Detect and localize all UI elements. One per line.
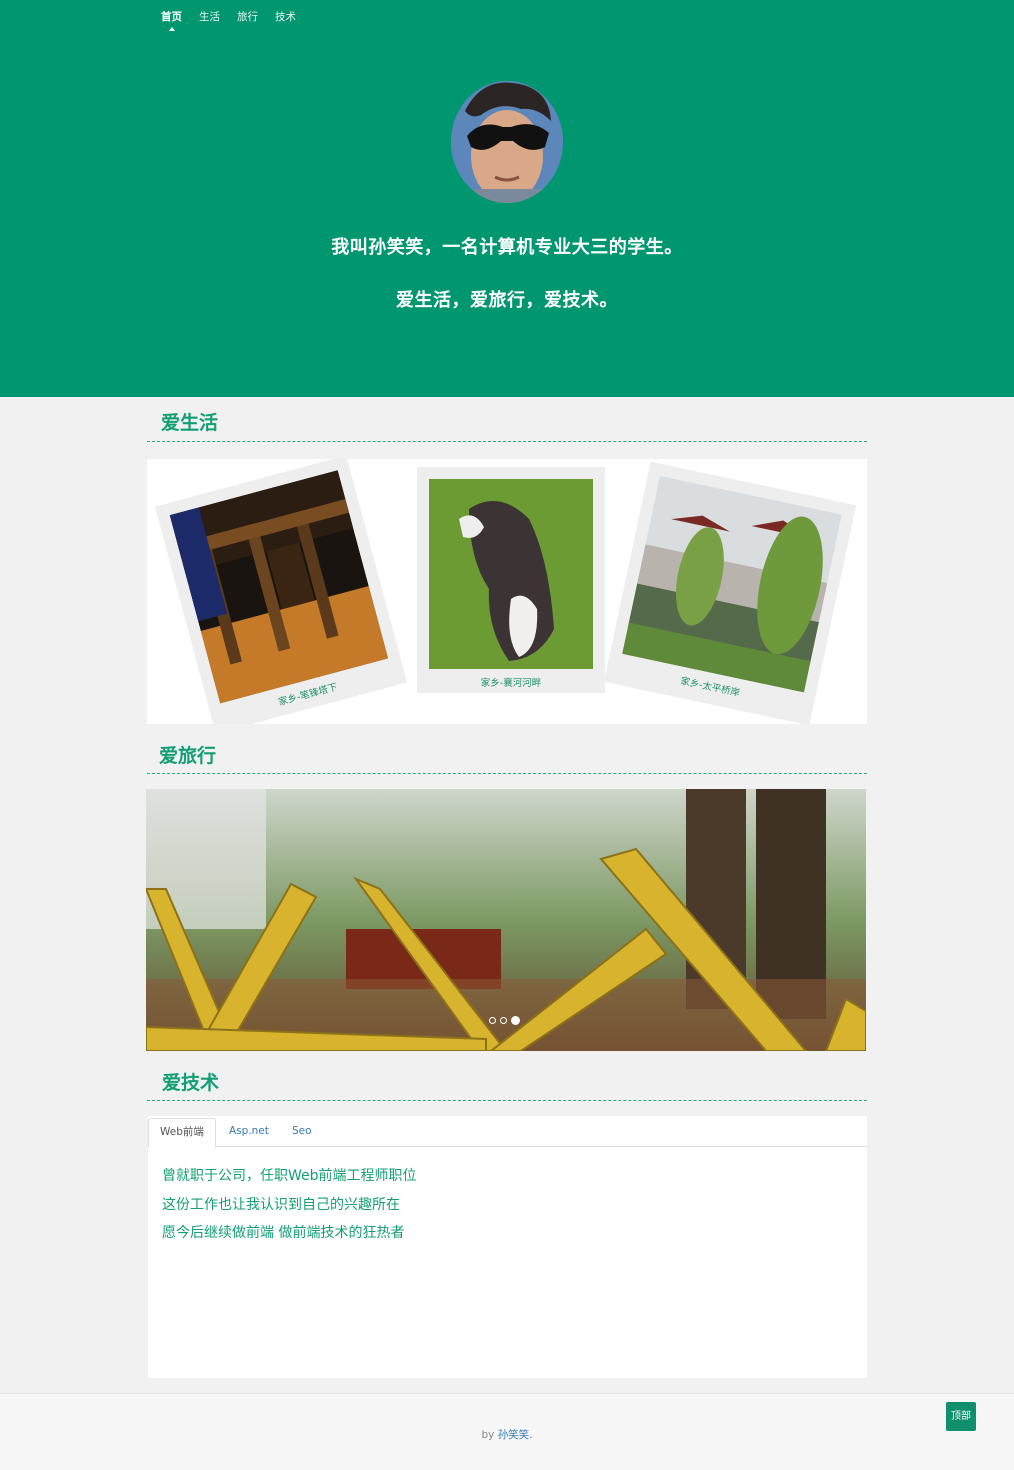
tab-web-frontend[interactable]: Web前端 xyxy=(148,1118,216,1148)
travel-carousel[interactable] xyxy=(146,789,866,1051)
footer-author-link[interactable]: 孙笑笑. xyxy=(498,1429,533,1441)
tab-content: 曾就职于公司，任职Web前端工程师职位 这份工作也让我认识到自己的兴趣所在 愿今… xyxy=(162,1162,417,1248)
carousel-dot-active[interactable] xyxy=(511,1016,520,1025)
nav-home[interactable]: 首页 xyxy=(161,10,182,31)
carousel-slide-image xyxy=(146,789,866,1051)
carousel-indicators xyxy=(489,1016,520,1025)
section-title-life: 爱生活 xyxy=(161,412,219,434)
life-photo-panel: 家乡-笔锋塔下 家乡-襄河河畔 家乡-太平桥岸 xyxy=(147,459,867,724)
tab-bar: Web前端 Asp.net Seo xyxy=(148,1116,867,1148)
section-divider xyxy=(147,773,867,774)
hero-tagline: 爱生活，爱旅行，爱技术。 xyxy=(396,290,618,311)
avatar xyxy=(451,81,563,203)
tab-asp-net[interactable]: Asp.net xyxy=(218,1118,280,1146)
avatar-portrait xyxy=(451,81,563,203)
tab-seo[interactable]: Seo xyxy=(281,1118,323,1146)
tab-content-line: 愿今后继续做前端 做前端技术的狂热者 xyxy=(162,1225,405,1241)
tab-content-line: 曾就职于公司，任职Web前端工程师职位 xyxy=(162,1168,417,1184)
nav-life[interactable]: 生活 xyxy=(199,10,220,26)
nav-tech[interactable]: 技术 xyxy=(275,10,296,26)
photo-card[interactable]: 家乡-襄河河畔 xyxy=(417,467,605,693)
photo-image xyxy=(429,479,593,669)
photo-image xyxy=(169,470,389,704)
tab-content-line: 这份工作也让我认识到自己的兴趣所在 xyxy=(162,1196,400,1213)
tech-tabs-panel: Web前端 Asp.net Seo 曾就职于公司，任职Web前端工程师职位 这份… xyxy=(148,1116,867,1378)
photo-card[interactable]: 家乡-笔锋塔下 xyxy=(154,459,408,724)
carousel-dot[interactable] xyxy=(489,1017,496,1024)
photo-caption: 家乡-襄河河畔 xyxy=(480,678,542,689)
hero-intro: 我叫孙笑笑，一名计算机专业大三的学生。 xyxy=(331,237,683,258)
footer-credit: by 孙笑笑. xyxy=(0,1427,1014,1442)
section-title-tech: 爱技术 xyxy=(162,1072,220,1094)
section-divider xyxy=(147,441,867,442)
carousel-dot[interactable] xyxy=(500,1017,507,1024)
hero-banner: 首页 生活 旅行 技术 我叫孙笑笑，一名计算机专业大三的学生。 爱生活，爱旅行，… xyxy=(0,0,1014,397)
main-nav: 首页 生活 旅行 技术 xyxy=(161,10,313,31)
section-title-travel: 爱旅行 xyxy=(159,745,217,767)
photo-image xyxy=(622,475,842,693)
back-to-top-button[interactable]: 顶部 xyxy=(946,1402,976,1431)
section-divider xyxy=(147,1100,867,1101)
footer: by 孙笑笑. xyxy=(0,1393,1014,1470)
nav-travel[interactable]: 旅行 xyxy=(237,10,258,26)
photo-card[interactable]: 家乡-太平桥岸 xyxy=(603,461,857,724)
footer-by-label: by xyxy=(481,1429,498,1441)
